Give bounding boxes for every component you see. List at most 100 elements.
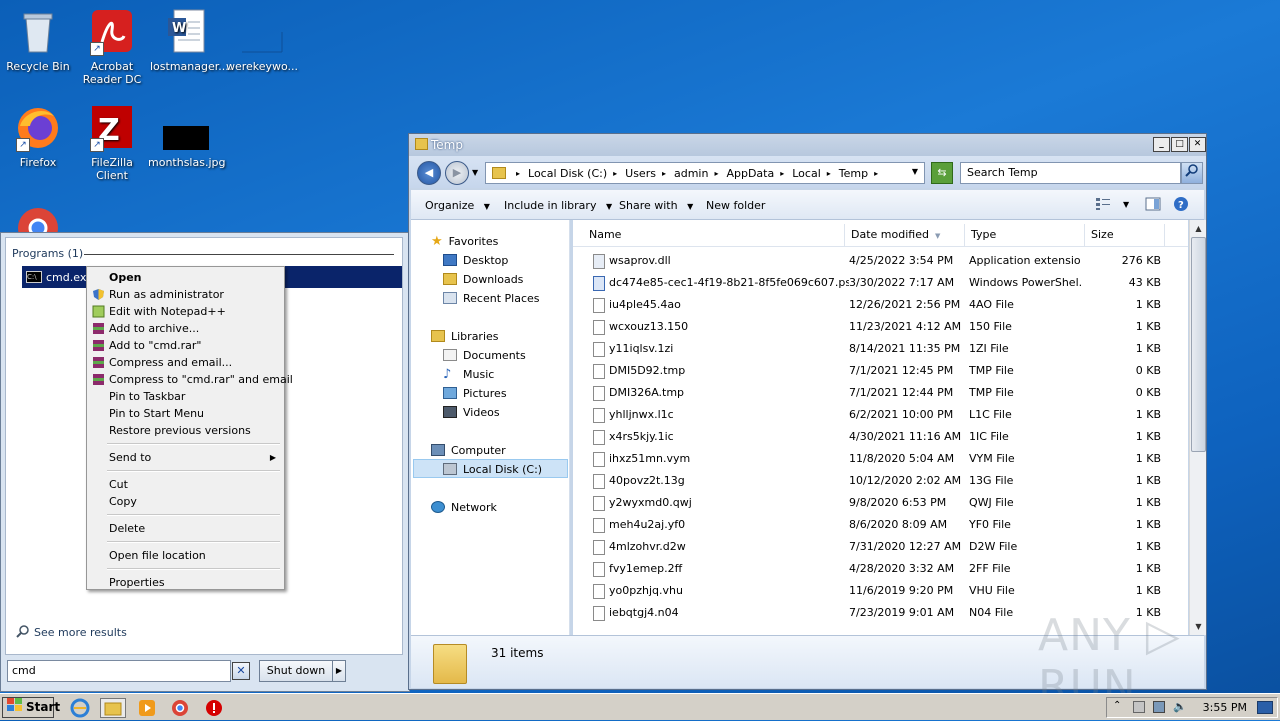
desktop-icon-recycle-bin[interactable]: Recycle Bin — [0, 8, 76, 73]
column-header-type[interactable]: Type — [965, 224, 1085, 246]
nav-videos[interactable]: Videos — [443, 403, 500, 421]
opera-icon[interactable] — [204, 698, 224, 718]
maximize-button[interactable]: □ — [1171, 137, 1188, 152]
network-icon[interactable] — [1153, 701, 1165, 713]
menu-item-notepadpp[interactable]: Edit with Notepad++ — [89, 303, 282, 320]
chevron-right-icon[interactable]: ▸ — [714, 169, 718, 178]
search-input[interactable]: Search Temp — [960, 162, 1181, 184]
ie-icon[interactable] — [70, 698, 90, 718]
file-row[interactable]: ihxz51mn.vym 11/8/2020 5:04 AM VYM File 1 K… — [573, 448, 1188, 470]
nav-computer[interactable]: Computer — [431, 441, 506, 459]
breadcrumb-item[interactable]: Users — [625, 167, 656, 180]
media-player-icon[interactable] — [137, 698, 157, 718]
file-row[interactable]: 40povz2t.13g 10/12/2020 2:02 AM 13G File 1 … — [573, 470, 1188, 492]
menu-item-properties[interactable]: Properties — [89, 574, 282, 591]
recent-pages-dropdown[interactable]: ▼ — [472, 168, 478, 177]
show-hidden-icons[interactable]: ⌃ — [1113, 700, 1121, 711]
menu-item-compress-cmd-rar-email[interactable]: Compress to "cmd.rar" and email — [89, 371, 293, 388]
nav-downloads[interactable]: Downloads — [443, 270, 523, 288]
menu-item-send-to[interactable]: Send to ▶ — [89, 449, 282, 466]
nav-documents[interactable]: Documents — [443, 346, 526, 364]
preview-pane-icon[interactable] — [1145, 197, 1161, 214]
menu-item-add-cmd-rar[interactable]: Add to "cmd.rar" — [89, 337, 282, 354]
file-row[interactable]: yo0pzhjq.vhu 11/6/2019 9:20 PM VHU File 1 K… — [573, 580, 1188, 602]
nav-music[interactable]: ♪ Music — [443, 365, 494, 383]
include-in-library-button[interactable]: Include in library ▼ — [504, 199, 612, 212]
chevron-right-icon[interactable]: ▸ — [874, 169, 878, 178]
desktop-icon-acrobat[interactable]: ↗ Acrobat Reader DC — [74, 8, 150, 86]
close-button[interactable]: ✕ — [1189, 137, 1206, 152]
title-bar[interactable]: Temp _ □ ✕ — [409, 134, 1206, 156]
action-center-icon[interactable] — [1133, 701, 1145, 713]
desktop-icon-firefox[interactable]: ↗ Firefox — [0, 104, 76, 169]
nav-recent-places[interactable]: Recent Places — [443, 289, 540, 307]
file-row[interactable]: iu4ple45.4ao 12/26/2021 2:56 PM 4AO File 1 … — [573, 294, 1188, 316]
menu-item-compress-email[interactable]: Compress and email... — [89, 354, 282, 371]
start-button[interactable]: Start — [2, 697, 60, 718]
file-row[interactable]: yhlljnwx.l1c 6/2/2021 10:00 PM L1C File 1 K… — [573, 404, 1188, 426]
breadcrumb-item[interactable]: admin — [674, 167, 708, 180]
search-icon[interactable] — [1181, 162, 1203, 184]
address-dropdown-icon[interactable]: ▼ — [912, 167, 918, 176]
file-row[interactable]: y2wyxmd0.qwj 9/8/2020 6:53 PM QWJ File 1 KB — [573, 492, 1188, 514]
menu-item-run-as-admin[interactable]: Run as administrator — [89, 286, 282, 303]
file-row[interactable]: wcxouz13.150 11/23/2021 4:12 AM 150 File 1 … — [573, 316, 1188, 338]
nav-network[interactable]: Network — [431, 498, 497, 516]
nav-pictures[interactable]: Pictures — [443, 384, 507, 402]
view-options-icon[interactable] — [1095, 197, 1111, 214]
breadcrumb-item[interactable]: AppData — [726, 167, 774, 180]
clock[interactable]: 3:55 PM — [1203, 701, 1247, 714]
desktop-icon-monthslas[interactable]: monthslas.jpg — [148, 104, 225, 169]
back-button[interactable]: ◀ — [417, 161, 441, 185]
see-more-results-link[interactable]: See more results — [16, 624, 127, 641]
show-desktop-icon[interactable] — [1257, 701, 1273, 714]
menu-item-copy[interactable]: Copy — [89, 493, 282, 510]
clear-search-button[interactable]: ✕ — [232, 662, 250, 680]
desktop-icon-lostmanager[interactable]: W lostmanager.... — [150, 8, 232, 73]
chevron-right-icon[interactable]: ▸ — [662, 169, 666, 178]
breadcrumb-item[interactable]: Local — [792, 167, 821, 180]
address-breadcrumb[interactable]: ▸ Local Disk (C:) ▸ Users ▸ admin ▸ AppData… — [485, 162, 925, 184]
file-row[interactable]: x4rs5kjy.1ic 4/30/2021 11:16 AM 1IC File 1 … — [573, 426, 1188, 448]
menu-item-open[interactable]: Open — [89, 269, 282, 286]
shutdown-options-button[interactable]: ▶ — [332, 660, 346, 682]
column-header-size[interactable]: Size — [1085, 224, 1165, 246]
menu-item-pin-taskbar[interactable]: Pin to Taskbar — [89, 388, 282, 405]
file-row[interactable]: fvy1emep.2ff 4/28/2020 3:32 AM 2FF File 1 K… — [573, 558, 1188, 580]
scroll-thumb[interactable] — [1191, 237, 1206, 452]
help-icon[interactable]: ? — [1173, 196, 1189, 215]
share-with-button[interactable]: Share with ▼ — [619, 199, 693, 212]
new-folder-button[interactable]: New folder — [706, 199, 765, 212]
chevron-right-icon[interactable]: ▸ — [827, 169, 831, 178]
nav-favorites[interactable]: ★ Favorites — [431, 232, 498, 250]
chevron-right-icon[interactable]: ▸ — [613, 169, 617, 178]
desktop-icon-werekeywo[interactable]: werekeywo... — [224, 8, 300, 73]
nav-local-disk[interactable]: Local Disk (C:) — [443, 460, 542, 478]
breadcrumb-item[interactable]: Local Disk (C:) — [528, 167, 607, 180]
menu-item-cut[interactable]: Cut — [89, 476, 282, 493]
breadcrumb-item[interactable]: Temp — [839, 167, 868, 180]
shutdown-button[interactable]: Shut down — [259, 660, 333, 682]
volume-icon[interactable]: 🔈 — [1173, 700, 1187, 713]
minimize-button[interactable]: _ — [1153, 137, 1170, 152]
nav-desktop[interactable]: Desktop — [443, 251, 508, 269]
scroll-up-icon[interactable]: ▲ — [1191, 221, 1206, 236]
menu-item-delete[interactable]: Delete — [89, 520, 282, 537]
forward-button[interactable]: ▶ — [445, 161, 469, 185]
nav-libraries[interactable]: Libraries — [431, 327, 499, 345]
file-row[interactable]: 4mlzohvr.d2w 7/31/2020 12:27 AM D2W File 1 … — [573, 536, 1188, 558]
chevron-right-icon[interactable]: ▸ — [780, 169, 784, 178]
menu-item-add-archive[interactable]: Add to archive... — [89, 320, 282, 337]
chevron-down-icon[interactable]: ▼ — [1123, 200, 1129, 209]
file-row[interactable]: meh4u2aj.yf0 8/6/2020 8:09 AM YF0 File 1 KB — [573, 514, 1188, 536]
chrome-icon[interactable] — [170, 698, 190, 718]
file-row[interactable]: DMI5D92.tmp 7/1/2021 12:45 PM TMP File 0 KB — [573, 360, 1188, 382]
vertical-scrollbar[interactable]: ▲ ▼ — [1189, 220, 1206, 635]
file-row[interactable]: wsaprov.dll 4/25/2022 3:54 PM Application … — [573, 250, 1188, 272]
file-row[interactable]: dc474e85-cec1-4f19-8b21-8f5fe069c607.ps1… — [573, 272, 1188, 294]
explorer-taskbar-icon[interactable] — [100, 698, 126, 718]
organize-button[interactable]: Organize ▼ — [425, 199, 490, 212]
desktop-icon-filezilla[interactable]: Z ↗ FileZilla Client — [74, 104, 150, 182]
menu-item-restore-versions[interactable]: Restore previous versions — [89, 422, 282, 439]
column-header-date[interactable]: Date modified ▼ — [845, 224, 965, 246]
